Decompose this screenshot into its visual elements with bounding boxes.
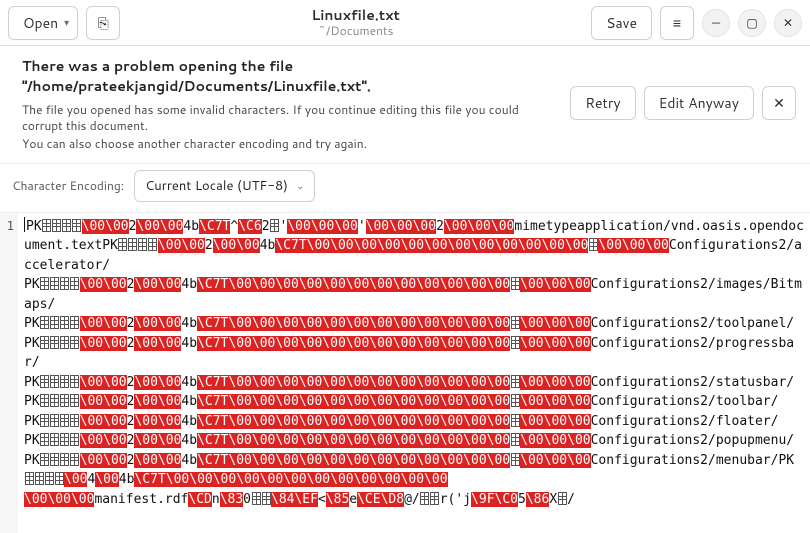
maximize-icon: ▢ [746, 14, 757, 31]
text-caret [24, 217, 25, 232]
close-window-button[interactable]: ✕ [774, 9, 802, 37]
close-icon: ✕ [783, 14, 793, 31]
new-document-icon: ⎘ [98, 13, 109, 33]
encoding-label: Character Encoding: [12, 177, 124, 194]
new-document-button[interactable]: ⎘ [86, 6, 120, 40]
hamburger-menu-button[interactable]: ≡ [660, 6, 694, 40]
text-editor[interactable]: 1 PK\00\002\00\004b\C7T^\C62'\00\00\00'\… [0, 212, 810, 533]
open-label: Open [23, 13, 58, 33]
save-label: Save [606, 13, 637, 33]
minimize-button[interactable]: — [702, 9, 730, 37]
encoding-alert: There was a problem opening the file "/h… [0, 46, 810, 164]
alert-line-2: You can also choose another character en… [22, 136, 560, 152]
chevron-down-icon: ▾ [64, 16, 69, 30]
alert-close-button[interactable]: ✕ [762, 86, 796, 120]
open-button[interactable]: Open ▾ [8, 6, 78, 40]
titlebar: Open ▾ ⎘ Linuxfile.txt ~/Documents Save … [0, 0, 810, 46]
title-area: Linuxfile.txt ~/Documents [128, 8, 583, 37]
window-subtitle: ~/Documents [128, 24, 583, 37]
minimize-icon: — [712, 14, 720, 31]
chevron-down-icon: ⌄ [296, 179, 304, 193]
encoding-value: Current Locale (UTF-8) [145, 177, 288, 195]
hamburger-icon: ≡ [673, 13, 681, 33]
line-number: 1 [2, 217, 14, 235]
maximize-button[interactable]: ▢ [738, 9, 766, 37]
editor-text-content[interactable]: PK\00\002\00\004b\C7T^\C62'\00\00\00'\00… [18, 213, 810, 533]
encoding-row: Character Encoding: Current Locale (UTF-… [0, 164, 810, 212]
save-button[interactable]: Save [591, 6, 652, 40]
encoding-select[interactable]: Current Locale (UTF-8) ⌄ [134, 170, 315, 202]
edit-anyway-button[interactable]: Edit Anyway [644, 86, 754, 120]
alert-line-1: The file you opened has some invalid cha… [22, 102, 560, 134]
line-number-gutter: 1 [0, 213, 18, 533]
retry-button[interactable]: Retry [570, 86, 635, 120]
close-icon: ✕ [773, 93, 785, 113]
alert-heading: There was a problem opening the file "/h… [22, 56, 560, 96]
